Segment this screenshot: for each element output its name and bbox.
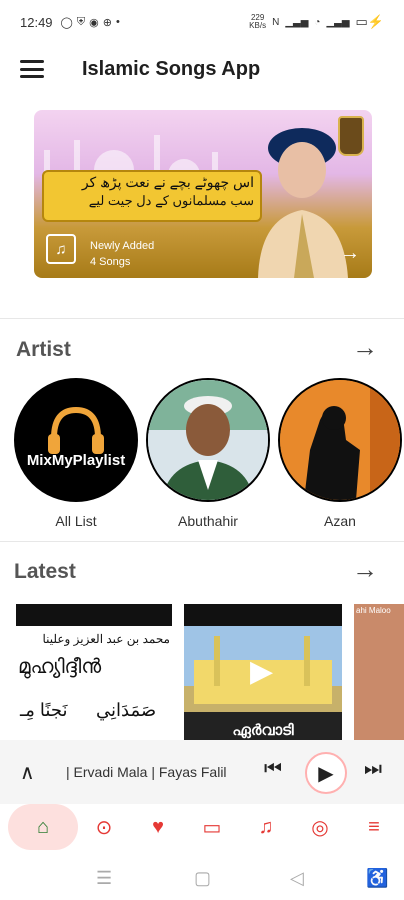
app-notification-icon: ◉ — [89, 16, 99, 29]
previous-track-icon[interactable]: ⏮ — [264, 758, 282, 781]
app-notification-icon-2: ⊕ — [102, 16, 112, 29]
artist-avatar — [146, 378, 270, 502]
shield-icon: ⛨ — [76, 15, 86, 28]
folder-icon: ▭ — [202, 816, 222, 839]
play-icon[interactable]: ▶ — [250, 654, 273, 689]
artist-item-abuthahir[interactable]: Abuthahir — [146, 378, 270, 529]
play-circle-icon: ⊙ — [95, 816, 113, 839]
nav-queue[interactable]: ≡ — [350, 804, 398, 850]
back-icon[interactable]: ◁ — [290, 868, 304, 889]
tile-text: صَمَدَانِي — [96, 700, 157, 720]
home-icon: ⌂ — [36, 815, 50, 838]
headphones-icon — [48, 406, 104, 454]
tile-text: ahi Maloo — [356, 606, 391, 615]
latest-tile[interactable]: ▶ ഏർവാടി — [184, 604, 342, 740]
artist-name: Abuthahir — [178, 513, 238, 529]
divider — [0, 541, 404, 542]
menu-icon[interactable] — [20, 60, 44, 78]
artist-avatar — [278, 378, 402, 502]
latest-see-all-arrow-icon[interactable]: → — [352, 554, 378, 585]
artist-see-all-arrow-icon[interactable]: → — [352, 332, 378, 363]
tile-text: نَجنًا مِـ — [20, 700, 68, 720]
expand-player-chevron-icon[interactable]: ∧ — [20, 760, 44, 785]
latest-section-title: Latest — [14, 560, 76, 583]
artist-item-all-list[interactable]: MixMyPlaylist All List — [14, 378, 138, 529]
featured-banner[interactable]: اس چھوٹے بچے نے نعت پڑھ کر سب مسلمانوں ک… — [34, 110, 372, 278]
urdu-caption-strip: اس چھوٹے بچے نے نعت پڑھ کر سب مسلمانوں ک… — [42, 170, 262, 222]
mixmyplaylist-logo-text: MixMyPlaylist — [26, 452, 126, 469]
nav-favorites[interactable]: ♥ — [134, 804, 182, 850]
accessibility-icon[interactable]: ♿ — [366, 868, 388, 889]
bottom-nav: ⌂ ⊙ ♥ ▭ ♫ ◎ ≡ — [0, 800, 404, 854]
nav-folders[interactable]: ▭ — [188, 804, 236, 850]
divider — [0, 318, 404, 319]
latest-carousel[interactable]: محمد بن عبد العزيز وعلينا മുഹ്യിദ്ദീൻ نَ… — [16, 604, 404, 740]
play-button[interactable]: ▶ — [305, 752, 347, 794]
tile-text: ഏർവാടി — [232, 722, 294, 739]
nav-player[interactable]: ⊙ — [80, 804, 128, 850]
queue-icon: ≡ — [368, 815, 380, 838]
system-nav-bar: ☰ ▢ ◁ ♿ — [0, 856, 404, 900]
artist-section-title: Artist — [16, 338, 71, 361]
now-playing-title: | Ervadi Mala | Fayas Falil — [66, 764, 227, 780]
banner-song-count: 4 Songs — [90, 256, 131, 268]
wifi-icon: ◔ — [314, 16, 321, 28]
artist-avatar: MixMyPlaylist — [14, 378, 138, 502]
notification-icons: ◯ ⛨ ◉ ⊕ • — [61, 16, 120, 29]
artist-photo — [148, 380, 268, 500]
nav-radio[interactable]: ◎ — [296, 804, 344, 850]
nav-artists[interactable]: ♫ — [242, 804, 290, 850]
status-time: 12:49 — [20, 14, 53, 30]
radio-icon: ◎ — [311, 816, 329, 839]
play-icon: ▶ — [318, 762, 334, 785]
app-bar: Islamic Songs App — [0, 46, 404, 92]
singer-photo — [258, 128, 348, 278]
latest-tile[interactable]: ahi Maloo — [354, 604, 404, 740]
dot-icon: • — [115, 16, 120, 28]
music-library-icon: ♫ — [46, 234, 76, 264]
whatsapp-icon: ◯ — [60, 16, 73, 29]
artist-name: Azan — [324, 513, 356, 529]
tile-text: മുഹ്യിദ്ദീൻ — [18, 656, 102, 678]
azan-silhouette — [280, 380, 400, 500]
mini-player[interactable]: ∧ | Ervadi Mala | Fayas Falil ⏮ ▶ ⏭ — [0, 740, 404, 804]
person-music-icon: ♫ — [258, 815, 274, 838]
nav-home[interactable]: ⌂ — [8, 804, 78, 850]
battery-icon: ▭⚡ — [355, 14, 384, 29]
next-track-icon[interactable]: ⏭ — [364, 758, 382, 781]
artist-name: All List — [55, 513, 97, 529]
tile-text: محمد بن عبد العزيز وعلينا — [42, 632, 171, 646]
signal-icon-2: ▁▃▅ — [326, 16, 350, 28]
nfc-icon: N — [272, 16, 280, 28]
app-title: Islamic Songs App — [82, 57, 261, 80]
urdu-line-2: سب مسلمانوں کے دل جیت لیے — [88, 193, 254, 208]
artist-item-azan[interactable]: Azan — [278, 378, 402, 529]
latest-tile[interactable]: محمد بن عبد العزيز وعلينا മുഹ്യിദ്ദീൻ نَ… — [16, 604, 172, 740]
urdu-line-1: اس چھوٹے بچے نے نعت پڑھ کر — [81, 174, 254, 190]
arrow-right-icon[interactable]: → — [340, 242, 360, 265]
heart-icon: ♥ — [152, 815, 164, 838]
tile-title-bar — [16, 604, 172, 626]
recent-apps-icon[interactable]: ☰ — [96, 868, 112, 889]
tile-title-bar — [184, 604, 342, 626]
status-right: 229 KB/s N ▁▃▅ ◔ ▁▃▅ ▭⚡ — [249, 14, 384, 30]
net-speed: 229 KB/s — [249, 13, 267, 30]
signal-icon: ▁▃▅ — [285, 16, 309, 28]
home-system-icon[interactable]: ▢ — [194, 868, 211, 889]
status-bar: 12:49 ◯ ⛨ ◉ ⊕ • 229 KB/s N ▁▃▅ ◔ ▁▃▅ ▭⚡ — [0, 0, 404, 44]
banner-tag: Newly Added — [90, 240, 155, 252]
